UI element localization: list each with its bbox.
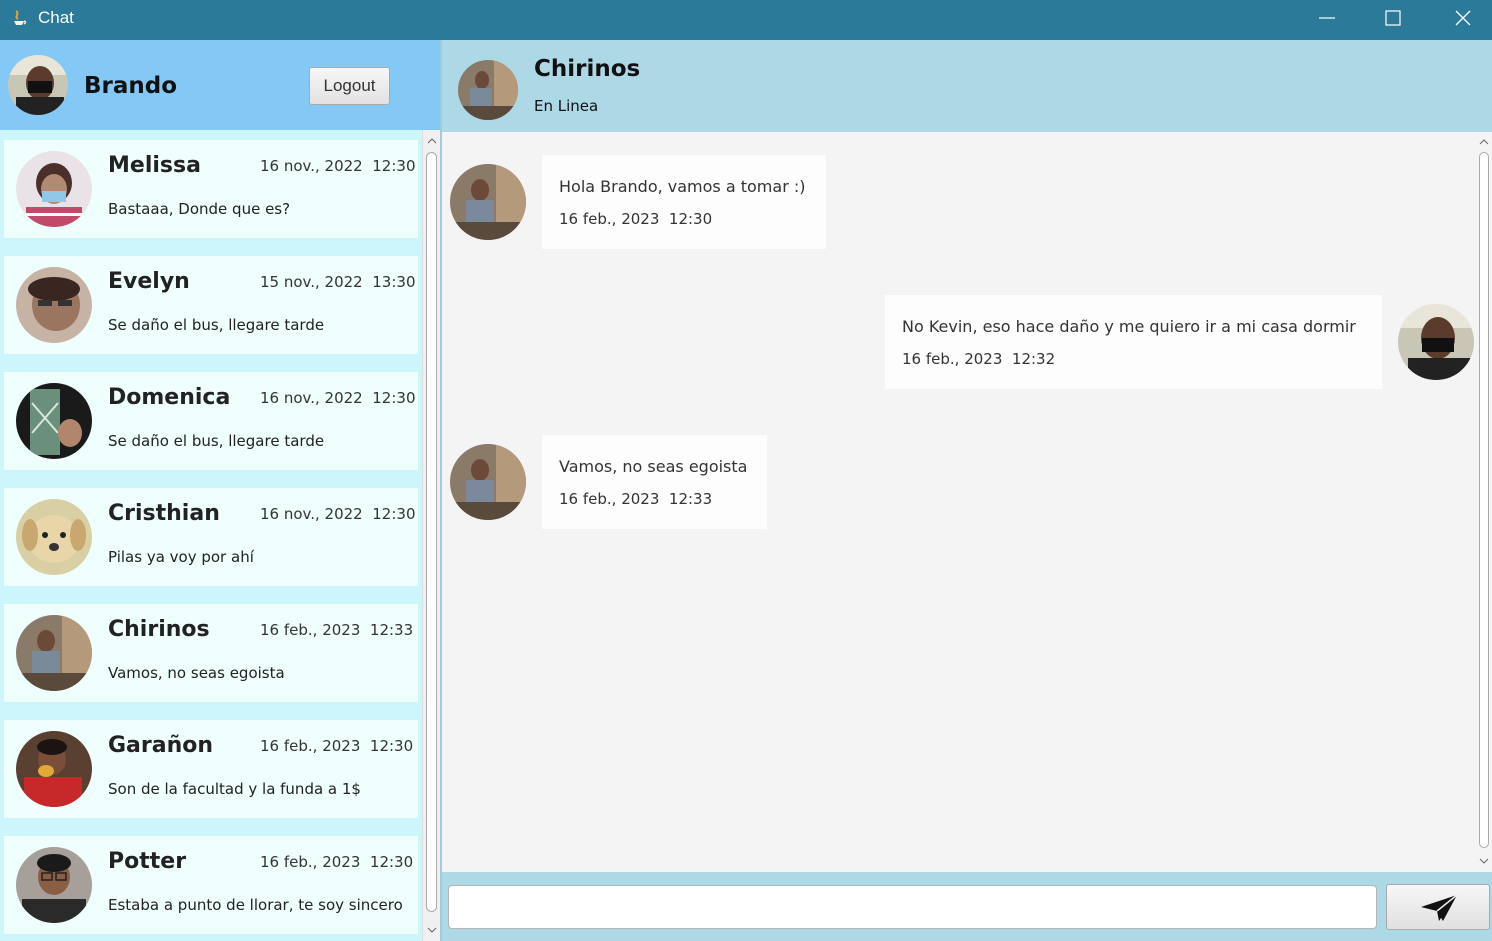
send-button[interactable] (1386, 884, 1490, 930)
scroll-down-icon[interactable] (1479, 856, 1489, 866)
contact-name: Garañon (108, 733, 214, 758)
title-bar: Chat (0, 0, 1492, 40)
maximize-icon (1385, 10, 1401, 26)
message-time: 16 feb., 2023 12:33 (559, 490, 713, 508)
contact-preview: Vamos, no seas egoista (108, 664, 285, 682)
message-text: Vamos, no seas egoista (559, 457, 748, 476)
chat-contact-status: En Linea (534, 97, 599, 115)
contact-date: 16 nov., 2022 12:30 (260, 389, 416, 407)
message-input[interactable] (448, 885, 1377, 929)
contact-list[interactable]: Melissa 16 nov., 2022 12:30 Bastaaa, Don… (0, 130, 422, 941)
contact-avatar (16, 383, 92, 459)
contact-name: Cristhian (108, 501, 220, 526)
message-area: Hola Brando, vamos a tomar :) 16 feb., 2… (442, 132, 1477, 872)
contact-item[interactable]: Cristhian 16 nov., 2022 12:30 Pilas ya v… (4, 488, 418, 586)
scroll-thumb[interactable] (1479, 152, 1489, 848)
message-avatar (450, 164, 526, 240)
contact-date: 16 feb., 2023 12:33 (260, 621, 414, 639)
contact-name: Melissa (108, 153, 201, 178)
contact-avatar (16, 267, 92, 343)
message-text: Hola Brando, vamos a tomar :) (559, 177, 806, 196)
paper-plane-icon (1421, 894, 1458, 921)
chat-contact-avatar (458, 60, 518, 120)
contact-date: 16 nov., 2022 12:30 (260, 157, 416, 175)
chat-contact-name: Chirinos (534, 56, 641, 82)
message-composer (442, 872, 1492, 941)
contact-preview: Se daño el bus, llegare tarde (108, 432, 325, 450)
contact-date: 15 nov., 2022 13:30 (260, 273, 416, 291)
message-time: 16 feb., 2023 12:30 (559, 210, 713, 228)
java-app-icon (14, 10, 27, 25)
message-text: No Kevin, eso hace daño y me quiero ir a… (902, 317, 1356, 336)
contact-name: Chirinos (108, 617, 210, 642)
logout-button[interactable]: Logout (309, 67, 390, 105)
contact-item[interactable]: Potter 16 feb., 2023 12:30 Estaba a punt… (4, 836, 418, 934)
contact-preview: Son de la facultad y la funda a 1$ (108, 780, 361, 798)
close-button[interactable] (1432, 0, 1492, 36)
contact-avatar (16, 499, 92, 575)
contact-avatar (16, 731, 92, 807)
window-title: Chat (38, 8, 74, 27)
contact-date: 16 feb., 2023 12:30 (260, 853, 414, 871)
minimize-button[interactable] (1296, 0, 1358, 36)
contact-item[interactable]: Evelyn 15 nov., 2022 13:30 Se daño el bu… (4, 256, 418, 354)
scroll-up-icon[interactable] (427, 136, 437, 146)
contact-avatar (16, 151, 92, 227)
contact-preview: Estaba a punto de llorar, te soy sincero (108, 896, 403, 914)
contact-avatar (16, 847, 92, 923)
contact-item[interactable]: Garañon 16 feb., 2023 12:30 Son de la fa… (4, 720, 418, 818)
current-user-name: Brando (84, 73, 178, 99)
maximize-button[interactable] (1362, 0, 1424, 36)
contact-avatar (16, 615, 92, 691)
contact-name: Potter (108, 849, 187, 874)
message-bubble-received: Hola Brando, vamos a tomar :) 16 feb., 2… (542, 155, 826, 249)
contact-date: 16 nov., 2022 12:30 (260, 505, 416, 523)
message-avatar (1398, 304, 1474, 380)
user-header: Brando Logout (0, 40, 440, 130)
message-avatar (450, 444, 526, 520)
minimize-icon (1319, 17, 1335, 19)
contact-preview: Bastaaa, Donde que es? (108, 200, 291, 218)
chat-header: Chirinos En Linea (442, 40, 1492, 132)
contact-item[interactable]: Chirinos 16 feb., 2023 12:33 Vamos, no s… (4, 604, 418, 702)
contact-item[interactable]: Domenica 16 nov., 2022 12:30 Se daño el … (4, 372, 418, 470)
contact-list-scrollbar[interactable] (422, 130, 440, 941)
contact-name: Domenica (108, 385, 231, 410)
message-bubble-sent: No Kevin, eso hace daño y me quiero ir a… (885, 295, 1382, 389)
contact-item[interactable]: Melissa 16 nov., 2022 12:30 Bastaaa, Don… (4, 140, 418, 238)
contact-name: Evelyn (108, 269, 190, 294)
user-avatar (8, 55, 68, 115)
message-bubble-received: Vamos, no seas egoista 16 feb., 2023 12:… (542, 435, 767, 529)
scroll-thumb[interactable] (426, 152, 437, 912)
scroll-up-icon[interactable] (1479, 137, 1489, 147)
message-time: 16 feb., 2023 12:32 (902, 350, 1056, 368)
contact-preview: Pilas ya voy por ahí (108, 548, 254, 566)
message-scrollbar[interactable] (1477, 132, 1492, 872)
contact-date: 16 feb., 2023 12:30 (260, 737, 414, 755)
scroll-down-icon[interactable] (427, 925, 437, 935)
close-icon (1455, 10, 1471, 26)
contact-preview: Se daño el bus, llegare tarde (108, 316, 325, 334)
